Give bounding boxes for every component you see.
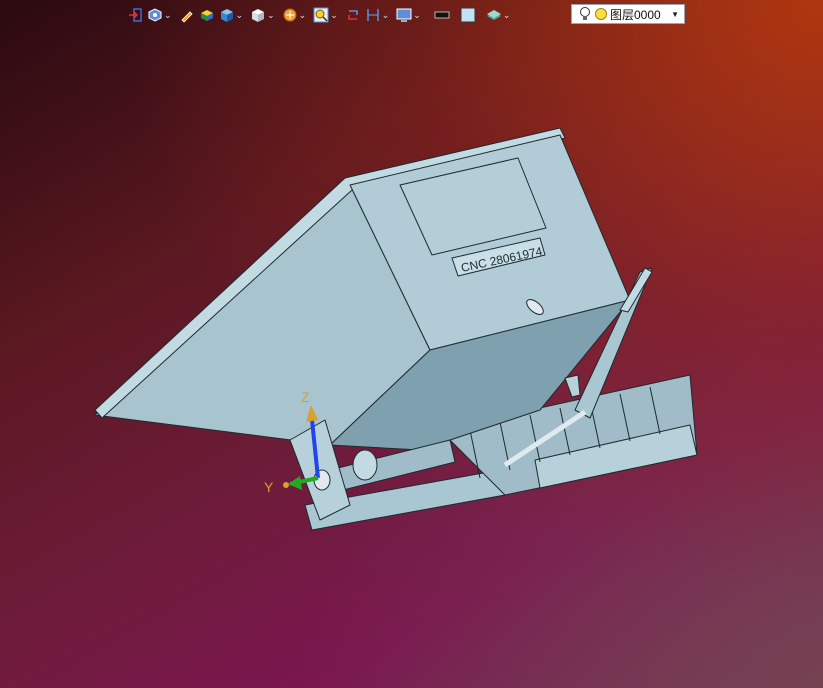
- lightbulb-icon: [580, 7, 590, 20]
- chevron-down-icon[interactable]: ⌄: [164, 10, 172, 20]
- layer-icon: [486, 10, 501, 20]
- cube-icon: [252, 9, 265, 22]
- z-axis-label: Z: [301, 389, 310, 405]
- black-fill-button[interactable]: [433, 4, 451, 26]
- chevron-down-icon[interactable]: ⌄: [330, 10, 338, 20]
- chevron-down-icon[interactable]: ⌄: [413, 10, 421, 20]
- sun-icon: [595, 8, 607, 20]
- rotate-icon: [347, 10, 358, 20]
- exit-icon: [129, 8, 142, 22]
- measure-button[interactable]: ⌄: [364, 4, 394, 26]
- view-button[interactable]: ⌄: [146, 4, 176, 26]
- y-axis-arrow: [288, 476, 302, 490]
- light-fill-button[interactable]: [459, 4, 477, 26]
- solid-button[interactable]: [198, 4, 216, 26]
- cube-button[interactable]: ⌄: [249, 4, 279, 26]
- chevron-down-icon[interactable]: ⌄: [382, 10, 390, 20]
- render-button[interactable]: ⌄: [281, 4, 311, 26]
- solid-icon: [200, 10, 213, 21]
- model-viewport[interactable]: Z Y CNC 28061974: [0, 0, 823, 688]
- exit-button[interactable]: [126, 4, 144, 26]
- box-button[interactable]: ⌄: [218, 4, 248, 26]
- display-button[interactable]: ⌄: [395, 4, 425, 26]
- measure-icon: [366, 9, 379, 21]
- view-icon: [148, 8, 162, 22]
- chevron-down-icon[interactable]: ▼: [671, 10, 679, 19]
- render-icon: [283, 8, 297, 22]
- toolbar: ⌄ ⌄ ⌄ ⌄ ⌄ ⌄ ⌄ ⌄: [126, 3, 514, 27]
- pencil-icon: [180, 11, 193, 23]
- layer-value: 图层0000: [610, 7, 661, 22]
- layer-button[interactable]: ⌄: [485, 4, 515, 26]
- chevron-down-icon[interactable]: ⌄: [299, 10, 307, 20]
- zoom-icon: [313, 7, 329, 23]
- pivot-hook: [564, 374, 581, 398]
- zoom-button[interactable]: ⌄: [312, 4, 342, 26]
- chevron-down-icon[interactable]: ⌄: [267, 10, 275, 20]
- chevron-down-icon[interactable]: ⌄: [236, 10, 244, 20]
- axle-hub: [352, 449, 378, 481]
- light-blue-rect-icon: [460, 7, 476, 23]
- chevron-down-icon[interactable]: ⌄: [503, 10, 511, 20]
- box-icon: [220, 9, 233, 22]
- display-icon: [396, 8, 412, 22]
- layer-dropdown[interactable]: 图层0000 ▼: [571, 4, 685, 24]
- y-axis-label: Y: [264, 479, 274, 495]
- black-rect-icon: [434, 11, 450, 19]
- y-axis-dot: [283, 482, 289, 488]
- rotate-button[interactable]: [344, 4, 362, 26]
- sketch-button[interactable]: [178, 4, 196, 26]
